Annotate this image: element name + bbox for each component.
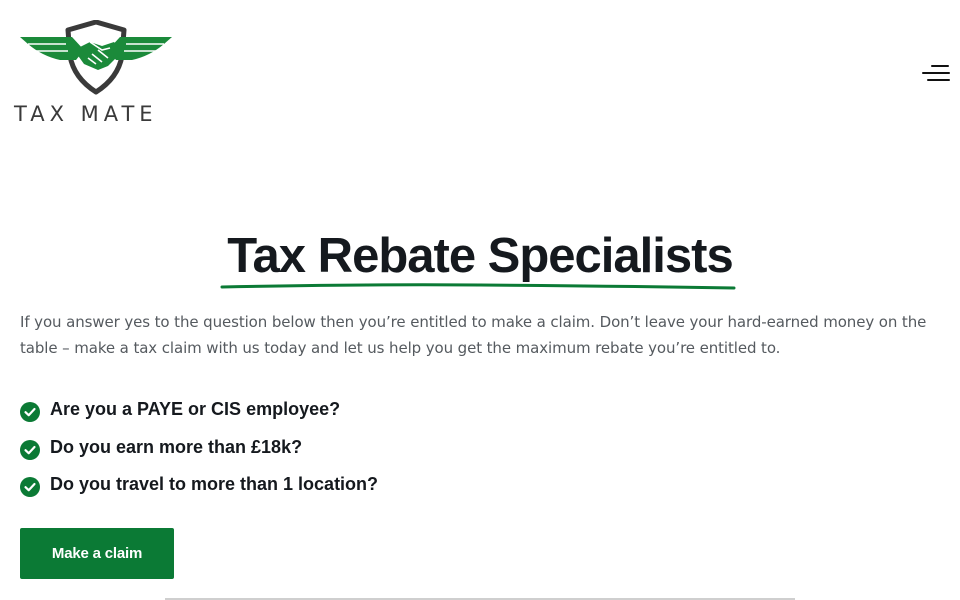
- list-item: Are you a PAYE or CIS employee?: [20, 396, 620, 434]
- handshake-shield-logo-icon: [20, 20, 172, 95]
- logo-wordmark: TAX MATE: [14, 102, 158, 126]
- list-item: Do you earn more than £18k?: [20, 434, 620, 472]
- tax-mate-logo[interactable]: TAX MATE: [12, 20, 180, 130]
- hamburger-menu-icon[interactable]: [918, 60, 954, 86]
- checklist-item-text: Are you a PAYE or CIS employee?: [50, 399, 341, 419]
- menu-line: [922, 72, 950, 74]
- check-circle-icon: [20, 402, 40, 422]
- make-a-claim-button[interactable]: Make a claim: [20, 528, 174, 579]
- intro-paragraph: If you answer yes to the question below …: [20, 313, 927, 357]
- list-item: Do you travel to more than 1 location?: [20, 471, 620, 509]
- menu-line: [931, 65, 949, 67]
- checklist-item-text: Do you travel to more than 1 location?: [50, 474, 379, 494]
- page-title: Tax Rebate Specialists: [227, 229, 733, 283]
- checklist-item-text: Do you earn more than £18k?: [50, 436, 303, 457]
- check-circle-icon: [20, 439, 40, 460]
- menu-line: [927, 79, 950, 81]
- eligibility-checklist: Are you a PAYE or CIS employee? Do you e…: [20, 396, 620, 509]
- site-header: TAX MATE: [0, 0, 960, 140]
- check-circle-icon: [20, 477, 40, 497]
- title-underline: [220, 283, 736, 290]
